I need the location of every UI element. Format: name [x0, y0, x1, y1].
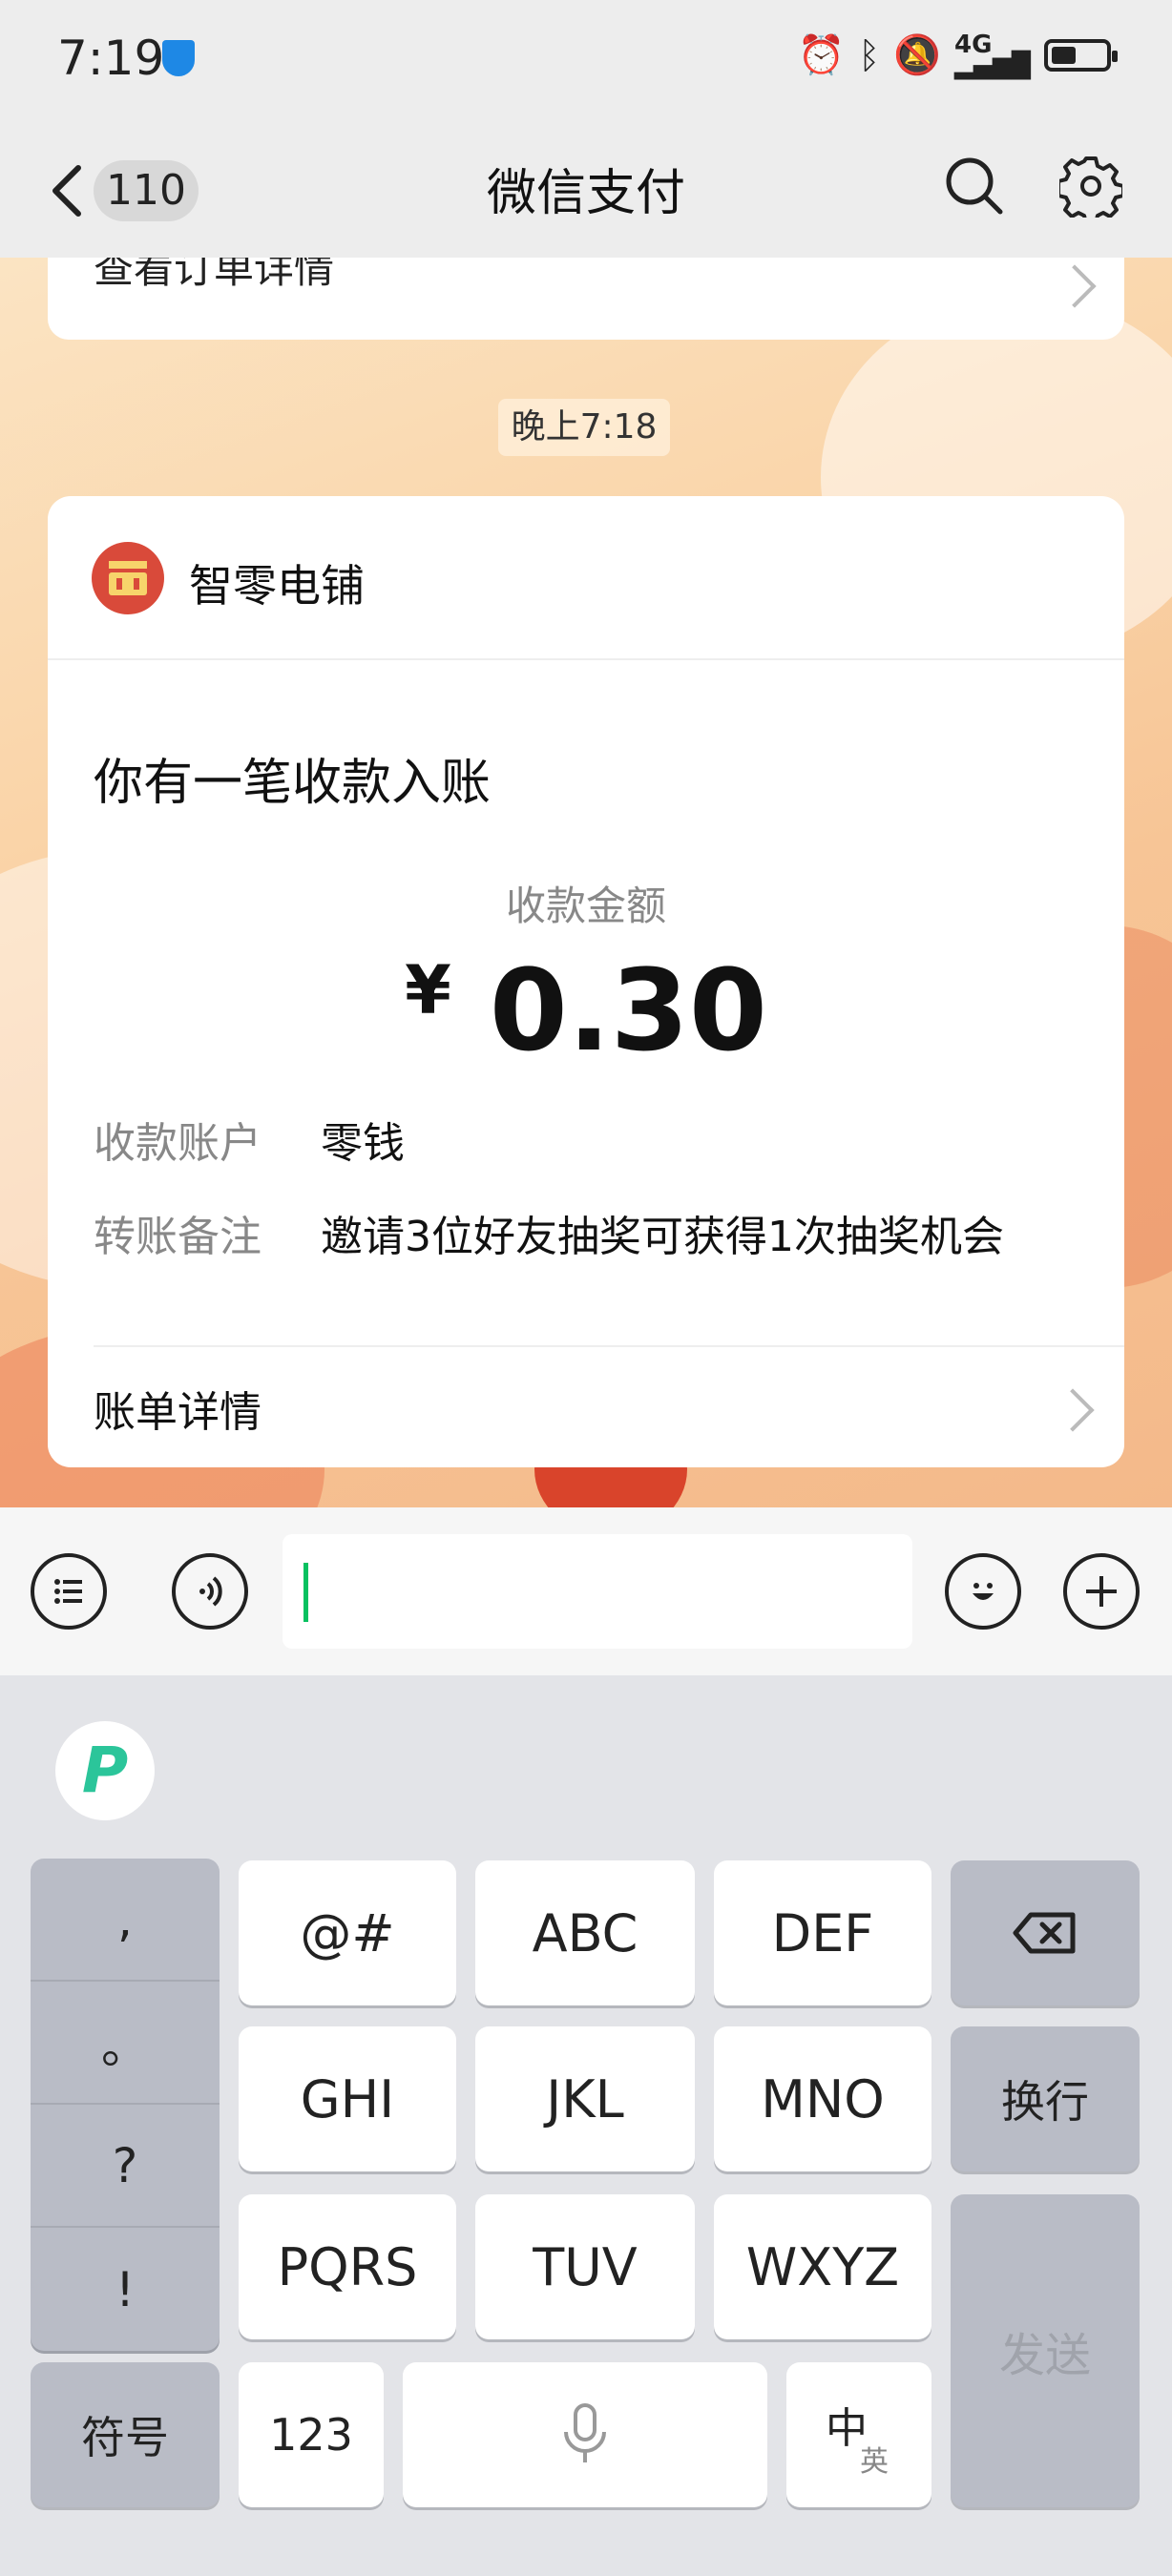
ime-logo-icon[interactable]: P — [55, 1721, 155, 1820]
amount-label: 收款金额 — [505, 883, 666, 929]
key-wxyz[interactable]: WXYZ — [714, 2194, 931, 2339]
text-caret — [303, 1563, 308, 1622]
space-key[interactable] — [403, 2362, 767, 2507]
key-abc[interactable]: ABC — [475, 1860, 695, 2005]
currency-symbol: ¥ — [405, 951, 451, 1029]
emoji-icon[interactable] — [945, 1553, 1021, 1630]
status-bar: 7:19 ⏰ ᛒ 🔕 4G ▂▄▆█ — [0, 0, 1172, 124]
key-pqrs[interactable]: PQRS — [239, 2194, 456, 2339]
voice-input-icon[interactable] — [172, 1553, 248, 1630]
numbers-key[interactable]: 123 — [239, 2362, 384, 2507]
message-text-input[interactable] — [283, 1534, 912, 1649]
microphone-icon — [564, 2403, 606, 2462]
key-def[interactable]: DEF — [714, 1860, 931, 2005]
backspace-key[interactable] — [951, 1860, 1140, 2005]
add-more-icon[interactable] — [1063, 1553, 1140, 1630]
battery-icon — [1044, 38, 1118, 72]
key-symbols-at[interactable]: @# — [239, 1860, 456, 2005]
ime-keyboard: P , 。 ? ! @# ABC DEF GHI JKL MNO 换行 PQRS… — [0, 1675, 1172, 2576]
gear-icon[interactable] — [1059, 155, 1122, 218]
merchant-logo-icon — [92, 542, 164, 614]
language-switch-key[interactable]: 中 英 — [786, 2362, 931, 2507]
divider — [48, 658, 1124, 660]
punctuation-column: , 。 ? ! — [31, 1859, 220, 2351]
message-input-bar — [0, 1507, 1172, 1675]
previous-message-card[interactable]: 查看订单详情 — [48, 258, 1124, 340]
amount-row: ¥0.30 — [48, 945, 1124, 1076]
account-label: 收款账户 — [94, 1119, 262, 1168]
key-jkl[interactable]: JKL — [475, 2026, 695, 2171]
key-ghi[interactable]: GHI — [239, 2026, 456, 2171]
payment-notification-card[interactable]: 智零电铺 你有一笔收款入账 收款金额 ¥0.30 收款账户 零钱 转账备注 邀请… — [48, 496, 1124, 1467]
key-exclamation[interactable]: ! — [31, 2228, 220, 2351]
bill-detail-link[interactable]: 账单详情 — [94, 1378, 262, 1439]
chevron-right-icon — [1051, 1388, 1095, 1432]
menu-list-icon[interactable] — [31, 1553, 107, 1630]
divider — [94, 1345, 1124, 1347]
status-time: 7:19 — [57, 31, 165, 86]
message-timestamp: 晚上7:18 — [498, 399, 670, 456]
chevron-right-icon — [1053, 264, 1097, 308]
key-mno[interactable]: MNO — [714, 2026, 931, 2171]
symbols-key[interactable]: 符号 — [31, 2362, 220, 2507]
remark-label: 转账备注 — [94, 1213, 262, 1261]
bluetooth-icon: ᛒ — [858, 33, 881, 76]
alarm-icon: ⏰ — [797, 33, 846, 77]
key-tuv[interactable]: TUV — [475, 2194, 695, 2339]
mute-icon: 🔕 — [893, 33, 942, 77]
security-shield-icon — [162, 40, 195, 76]
view-order-detail-link[interactable]: 查看订单详情 — [94, 258, 334, 295]
send-key[interactable]: 发送 — [951, 2194, 1140, 2507]
search-icon[interactable] — [943, 155, 1006, 218]
remark-value: 邀请3位好友抽奖可获得1次抽奖机会 — [321, 1213, 1004, 1261]
key-period[interactable]: 。 — [31, 1982, 220, 2105]
account-value: 零钱 — [321, 1119, 405, 1168]
backspace-icon — [1013, 1912, 1076, 1954]
amount-value: 0.30 — [489, 945, 767, 1076]
key-comma[interactable]: , — [31, 1859, 220, 1982]
key-question[interactable]: ? — [31, 2105, 220, 2228]
lang-alt-label: 英 — [860, 2445, 889, 2479]
merchant-name: 智零电铺 — [189, 560, 365, 612]
4g-signal-icon: 4G ▂▄▆█ — [954, 30, 1031, 80]
payment-notice-title: 你有一笔收款入账 — [94, 755, 492, 812]
nav-bar: 110 微信支付 — [0, 124, 1172, 258]
newline-key[interactable]: 换行 — [951, 2026, 1140, 2171]
chat-area[interactable]: 查看订单详情 晚上7:18 智零电铺 你有一笔收款入账 收款金额 ¥0.30 收… — [0, 258, 1172, 1507]
